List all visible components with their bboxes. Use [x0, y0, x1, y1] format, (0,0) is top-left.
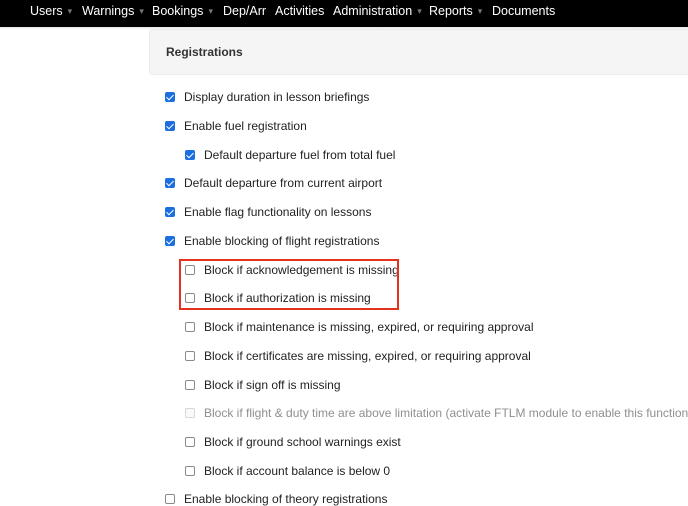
chevron-down-icon: ▾ — [417, 5, 422, 16]
option-row[interactable]: Block if maintenance is missing, expired… — [185, 320, 534, 334]
checkbox[interactable] — [185, 437, 195, 447]
checkbox[interactable] — [185, 351, 195, 361]
option-label: Block if certificates are missing, expir… — [204, 349, 531, 363]
option-label: Block if flight & duty time are above li… — [204, 406, 688, 420]
nav-documents[interactable]: Documents — [492, 4, 555, 18]
nav-label: Users — [30, 4, 63, 18]
checkbox[interactable] — [185, 322, 195, 332]
nav-label: Bookings — [152, 4, 204, 18]
chevron-down-icon: ▾ — [67, 5, 73, 16]
checkbox[interactable] — [165, 236, 175, 246]
option-label: Default departure fuel from total fuel — [204, 148, 396, 162]
nav-users[interactable]: Users ▾ — [30, 4, 72, 18]
option-row[interactable]: Default departure fuel from total fuel — [185, 148, 395, 162]
option-row[interactable]: Enable fuel registration — [165, 119, 307, 133]
option-label: Block if sign off is missing — [204, 378, 341, 392]
nav-label: Dep/Arr — [223, 4, 267, 18]
chevron-down-icon: ▾ — [139, 5, 144, 16]
checkbox[interactable] — [165, 92, 175, 102]
registrations-panel-header: Registrations — [149, 29, 688, 75]
nav-bookings[interactable]: Bookings ▾ — [152, 4, 213, 18]
option-label: Block if account balance is below 0 — [204, 464, 391, 478]
nav-label: Administration — [333, 4, 413, 18]
checkbox — [185, 408, 195, 418]
nav-warnings[interactable]: Warnings ▾ — [82, 4, 144, 18]
option-row[interactable]: Enable blocking of theory registrations — [165, 492, 387, 506]
panel-title: Registrations — [166, 45, 243, 59]
checkbox[interactable] — [165, 207, 175, 217]
option-label: Enable blocking of theory registrations — [184, 492, 388, 506]
nav-label: Reports — [429, 4, 473, 18]
nav-activities[interactable]: Activities — [275, 4, 324, 18]
option-label: Block if maintenance is missing, expired… — [204, 320, 534, 334]
option-label: Enable fuel registration — [184, 119, 307, 133]
checkbox[interactable] — [185, 380, 195, 390]
option-row[interactable]: Default departure from current airport — [165, 176, 382, 190]
checkbox[interactable] — [165, 121, 175, 131]
option-label: Block if ground school warnings exist — [204, 435, 401, 449]
option-label: Enable flag functionality on lessons — [184, 205, 372, 219]
option-row[interactable]: Block if sign off is missing — [185, 378, 341, 392]
checkbox[interactable] — [185, 150, 195, 160]
highlight-box — [179, 259, 399, 310]
chevron-down-icon: ▾ — [208, 5, 213, 16]
nav-reports[interactable]: Reports ▾ — [429, 4, 482, 18]
option-row[interactable]: Block if certificates are missing, expir… — [185, 349, 531, 363]
option-row: Block if flight & duty time are above li… — [185, 406, 688, 420]
checkbox[interactable] — [165, 178, 175, 188]
chevron-down-icon: ▾ — [477, 5, 483, 16]
nav-administration[interactable]: Administration ▾ — [333, 4, 422, 18]
option-row[interactable]: Block if account balance is below 0 — [185, 464, 390, 478]
option-label: Display duration in lesson briefings — [184, 90, 370, 104]
option-label: Enable blocking of flight registrations — [184, 234, 380, 248]
option-row[interactable]: Enable flag functionality on lessons — [165, 205, 371, 219]
nav-label: Warnings — [82, 4, 135, 18]
option-row[interactable]: Enable blocking of flight registrations — [165, 234, 379, 248]
option-row[interactable]: Block if ground school warnings exist — [185, 435, 401, 449]
checkbox[interactable] — [185, 466, 195, 476]
option-row[interactable]: Display duration in lesson briefings — [165, 90, 369, 104]
option-label: Default departure from current airport — [184, 176, 383, 190]
top-navbar: Users ▾ Warnings ▾ Bookings ▾ Dep/Arr Activ… — [0, 0, 688, 27]
nav-label: Documents — [492, 4, 556, 18]
nav-label: Activities — [275, 4, 325, 18]
nav-dep-arr[interactable]: Dep/Arr — [223, 4, 266, 18]
